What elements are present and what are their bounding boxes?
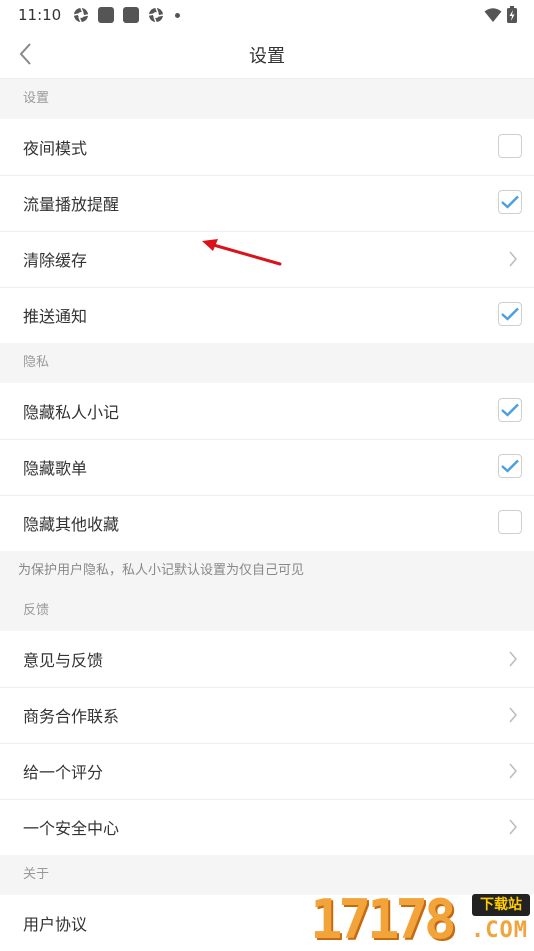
watermark-domain: .COM xyxy=(471,918,528,943)
row-push-notifications[interactable]: 推送通知 xyxy=(0,287,534,343)
checkmark-icon xyxy=(501,403,519,417)
row-security-center[interactable]: 一个安全中心 xyxy=(0,799,534,855)
row-label: 推送通知 xyxy=(23,307,88,326)
wifi-icon xyxy=(484,8,502,22)
chevron-right-icon xyxy=(509,763,517,779)
row-rate-app[interactable]: 给一个评分 xyxy=(0,743,534,799)
status-time: 11:10 xyxy=(18,6,62,24)
privacy-note: 为保护用户隐私，私人小记默认设置为仅自己可见 xyxy=(0,551,534,591)
row-business-contact[interactable]: 商务合作联系 xyxy=(0,687,534,743)
aperture-icon xyxy=(74,7,89,23)
hide-other-favorites-checkbox[interactable] xyxy=(498,510,522,534)
chevron-right-icon xyxy=(509,251,517,267)
notification-icons xyxy=(73,7,181,23)
row-clear-cache[interactable]: 清除缓存 xyxy=(0,231,534,287)
settings-list: 设置 夜间模式 流量播放提醒 清除缓存 推送通知 隐私 隐藏私人小记 隐藏歌单 … xyxy=(0,79,534,951)
row-label: 意见与反馈 xyxy=(23,651,104,670)
row-hide-playlists[interactable]: 隐藏歌单 xyxy=(0,439,534,495)
row-hide-other-favorites[interactable]: 隐藏其他收藏 xyxy=(0,495,534,551)
section-header-settings: 设置 xyxy=(0,79,534,119)
battery-charging-icon xyxy=(507,6,517,23)
row-label: 给一个评分 xyxy=(23,763,104,782)
aperture-icon xyxy=(149,7,164,23)
section-header-privacy: 隐私 xyxy=(0,343,534,383)
checkmark-icon xyxy=(501,195,519,209)
site-watermark: 17178 下载站 .COM xyxy=(308,888,534,951)
top-nav-bar: 设置 xyxy=(0,30,534,79)
app-square-icon xyxy=(98,7,115,23)
chevron-right-icon xyxy=(509,707,517,723)
section-header-feedback: 反馈 xyxy=(0,591,534,631)
row-label: 隐藏歌单 xyxy=(23,459,88,478)
push-notifications-checkbox[interactable] xyxy=(498,302,522,326)
row-label: 夜间模式 xyxy=(23,139,88,158)
row-label: 隐藏私人小记 xyxy=(23,403,120,422)
status-bar: 11:10 xyxy=(0,0,534,30)
night-mode-checkbox[interactable] xyxy=(498,134,522,158)
checkmark-icon xyxy=(501,307,519,321)
data-playback-reminder-checkbox[interactable] xyxy=(498,190,522,214)
chevron-right-icon xyxy=(509,819,517,835)
hide-playlists-checkbox[interactable] xyxy=(498,454,522,478)
row-label: 隐藏其他收藏 xyxy=(23,515,120,534)
row-label: 商务合作联系 xyxy=(23,707,120,726)
watermark-badge: 下载站 xyxy=(472,894,530,916)
row-label: 流量播放提醒 xyxy=(23,195,120,214)
watermark-digits: 17178 xyxy=(310,888,457,951)
checkmark-icon xyxy=(501,459,519,473)
chevron-right-icon xyxy=(509,651,517,667)
row-data-playback-reminder[interactable]: 流量播放提醒 xyxy=(0,175,534,231)
system-icons xyxy=(484,6,518,24)
row-feedback[interactable]: 意见与反馈 xyxy=(0,631,534,687)
row-night-mode[interactable]: 夜间模式 xyxy=(0,119,534,175)
hide-private-notes-checkbox[interactable] xyxy=(498,398,522,422)
app-square-icon xyxy=(123,7,140,23)
dot-icon xyxy=(175,12,181,18)
row-label: 一个安全中心 xyxy=(23,819,120,838)
page-title: 设置 xyxy=(249,46,285,67)
row-hide-private-notes[interactable]: 隐藏私人小记 xyxy=(0,383,534,439)
row-label: 清除缓存 xyxy=(23,251,88,270)
